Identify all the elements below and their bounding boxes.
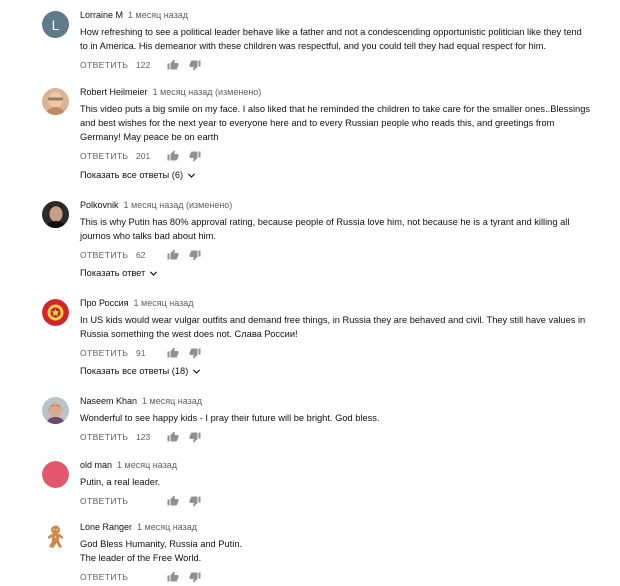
reply-button[interactable]: ОТВЕТИТЬ (80, 151, 128, 161)
chevron-down-icon (150, 270, 158, 276)
comment-time[interactable]: 1 месяц назад (изменено) (153, 87, 262, 97)
like-count: 91 (136, 348, 146, 358)
reply-button[interactable]: ОТВЕТИТЬ (80, 60, 128, 70)
comment-text-line: The leader of the Free World. (80, 553, 202, 563)
avatar[interactable] (42, 397, 69, 424)
thumbs-up-icon[interactable] (166, 431, 180, 443)
thumbs-down-icon[interactable] (188, 571, 202, 583)
comment-time[interactable]: 1 месяц назад (изменено) (124, 200, 233, 210)
user-photo-icon (42, 201, 69, 228)
thumbs-up-icon[interactable] (166, 150, 180, 162)
red-emblem-icon (42, 299, 69, 326)
avatar[interactable] (42, 461, 69, 488)
thumbs-up-icon[interactable] (166, 59, 180, 71)
thumbs-down-icon[interactable] (188, 59, 202, 71)
comment-author[interactable]: Про Россия (80, 298, 129, 308)
comment-time[interactable]: 1 месяц назад (134, 298, 194, 308)
comment-text: This video puts a big smile on my face. … (80, 104, 591, 142)
like-count: 62 (136, 250, 146, 260)
thumbs-up-icon[interactable] (166, 495, 180, 507)
reply-button[interactable]: ОТВЕТИТЬ (80, 572, 128, 582)
comment-time[interactable]: 1 месяц назад (137, 522, 197, 532)
avatar-letter: L (51, 16, 60, 33)
avatar[interactable] (42, 523, 69, 550)
user-photo-icon (42, 88, 69, 115)
show-replies-label: Показать все ответы (6) (80, 170, 184, 180)
comment-text: God Bless Humanity, Russia and Putin. Th… (80, 537, 592, 565)
comment-author[interactable]: Polkovnik (80, 200, 119, 210)
user-photo-icon (42, 397, 69, 424)
avatar[interactable]: L (42, 11, 69, 38)
show-replies-label: Показать ответ (80, 268, 146, 278)
comment-text: Wonderful to see happy kids - I pray the… (80, 413, 380, 423)
thumbs-down-icon[interactable] (188, 249, 202, 261)
comment-text: This is why Putin has 80% approval ratin… (80, 217, 570, 241)
show-replies-button[interactable]: Показать все ответы (6) (80, 170, 196, 180)
show-replies-button[interactable]: Показать ответ (80, 268, 158, 278)
comments-list: L Lorraine M 1 месяц назад How refreshing… (0, 0, 620, 586)
like-count: 123 (136, 432, 151, 442)
avatar[interactable] (42, 88, 69, 115)
gingerbread-man-icon (42, 523, 69, 550)
chevron-down-icon (193, 368, 201, 374)
comment-text: In US kids would wear vulgar outfits and… (80, 315, 586, 339)
like-count: 122 (136, 60, 151, 70)
thumbs-up-icon[interactable] (166, 249, 180, 261)
show-replies-label: Показать все ответы (18) (80, 366, 189, 376)
comment-time[interactable]: 1 месяц назад (128, 10, 188, 20)
reply-button[interactable]: ОТВЕТИТЬ (80, 348, 128, 358)
comment-author[interactable]: Robert Heilmeier (80, 87, 148, 97)
reply-button[interactable]: ОТВЕТИТЬ (80, 432, 128, 442)
like-count: 201 (136, 151, 151, 161)
comment-time[interactable]: 1 месяц назад (142, 396, 202, 406)
thumbs-down-icon[interactable] (188, 347, 202, 359)
thumbs-up-icon[interactable] (166, 571, 180, 583)
avatar[interactable] (42, 201, 69, 228)
comment-text: Putin, a real leader. (80, 477, 161, 487)
comment-author[interactable]: old man (80, 460, 112, 470)
thumbs-down-icon[interactable] (188, 150, 202, 162)
default-user-icon (42, 461, 69, 488)
comment-author[interactable]: Naseem Khan (80, 396, 137, 406)
comment-text: How refreshing to see a political leader… (80, 27, 582, 51)
avatar[interactable] (42, 299, 69, 326)
reply-button[interactable]: ОТВЕТИТЬ (80, 496, 128, 506)
show-replies-button[interactable]: Показать все ответы (18) (80, 366, 201, 376)
comment-text-line: God Bless Humanity, Russia and Putin. (80, 539, 243, 549)
thumbs-up-icon[interactable] (166, 347, 180, 359)
comment-author[interactable]: Lone Ranger (80, 522, 132, 532)
thumbs-down-icon[interactable] (188, 431, 202, 443)
thumbs-down-icon[interactable] (188, 495, 202, 507)
comment-author[interactable]: Lorraine M (80, 10, 123, 20)
reply-button[interactable]: ОТВЕТИТЬ (80, 250, 128, 260)
chevron-down-icon (188, 172, 196, 178)
comment-time[interactable]: 1 месяц назад (117, 460, 177, 470)
